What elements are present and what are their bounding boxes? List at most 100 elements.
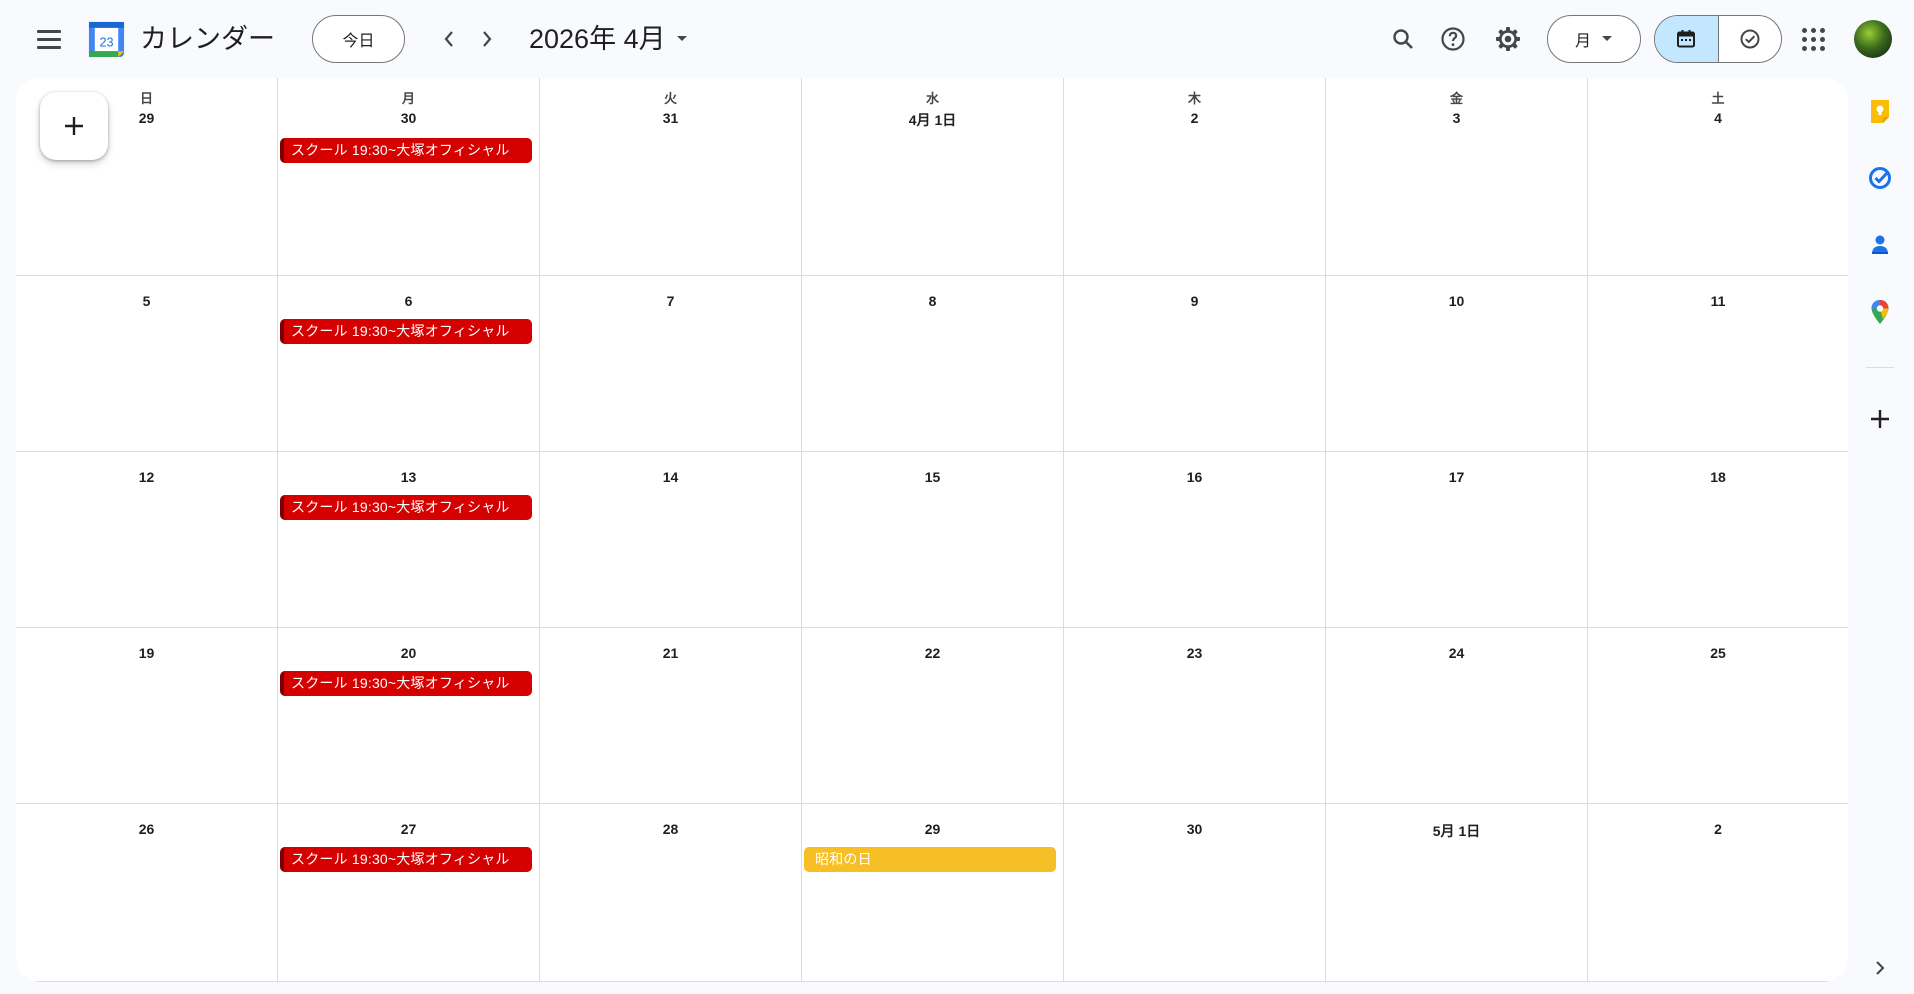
day-cell[interactable]: 16 xyxy=(1064,452,1326,628)
event-chip[interactable]: スクール 19:30~大塚オフィシャル xyxy=(280,495,532,520)
day-number[interactable]: 31 xyxy=(540,110,801,126)
day-number[interactable]: 8 xyxy=(802,293,1063,309)
day-cell[interactable]: 21 xyxy=(540,628,802,804)
day-cell[interactable]: 18 xyxy=(1588,452,1848,628)
day-cell[interactable]: 5月 1日 xyxy=(1326,804,1588,982)
day-number[interactable]: 22 xyxy=(802,645,1063,661)
day-number[interactable]: 19 xyxy=(16,645,277,661)
today-button[interactable]: 今日 xyxy=(312,15,405,63)
day-cell[interactable]: 17 xyxy=(1326,452,1588,628)
calendar-view-toggle[interactable] xyxy=(1655,16,1718,62)
tasks-view-icon xyxy=(1740,29,1760,49)
day-cell[interactable]: 6 xyxy=(278,276,540,452)
settings-icon xyxy=(1496,27,1520,51)
day-cell[interactable]: 27 xyxy=(278,804,540,982)
day-number[interactable]: 24 xyxy=(1326,645,1587,661)
day-number[interactable]: 23 xyxy=(1064,645,1325,661)
day-cell[interactable]: 22 xyxy=(802,628,1064,804)
day-number[interactable]: 4月 1日 xyxy=(802,110,1063,130)
day-number[interactable]: 7 xyxy=(540,293,801,309)
day-cell[interactable]: 土4 xyxy=(1588,78,1848,276)
day-cell[interactable]: 20 xyxy=(278,628,540,804)
day-number[interactable]: 30 xyxy=(278,110,539,126)
settings-button[interactable] xyxy=(1489,20,1527,58)
create-event-button[interactable] xyxy=(40,92,108,160)
day-number[interactable]: 11 xyxy=(1588,293,1848,309)
expand-sidebar-button[interactable] xyxy=(1866,954,1894,982)
day-cell[interactable]: 24 xyxy=(1326,628,1588,804)
event-chip[interactable]: スクール 19:30~大塚オフィシャル xyxy=(280,671,532,696)
event-chip[interactable]: スクール 19:30~大塚オフィシャル xyxy=(280,138,532,163)
event-chip[interactable]: スクール 19:30~大塚オフィシャル xyxy=(280,847,532,872)
event-chip[interactable]: 昭和の日 xyxy=(804,847,1056,872)
day-number[interactable]: 2 xyxy=(1064,110,1325,126)
day-number[interactable]: 30 xyxy=(1064,821,1325,837)
day-cell[interactable]: 13 xyxy=(278,452,540,628)
day-cell[interactable]: 2 xyxy=(1588,804,1848,982)
weekday-header: 水 xyxy=(925,91,939,106)
day-number[interactable]: 21 xyxy=(540,645,801,661)
next-month-button[interactable] xyxy=(472,24,502,54)
day-number[interactable]: 26 xyxy=(16,821,277,837)
day-cell[interactable]: 10 xyxy=(1326,276,1588,452)
day-number[interactable]: 29 xyxy=(802,821,1063,837)
day-number[interactable]: 25 xyxy=(1588,645,1848,661)
day-cell[interactable]: 月 30 xyxy=(278,78,540,276)
day-cell[interactable]: 14 xyxy=(540,452,802,628)
day-number[interactable]: 4 xyxy=(1588,110,1848,126)
day-number[interactable]: 6 xyxy=(278,293,539,309)
day-cell[interactable]: 23 xyxy=(1064,628,1326,804)
day-cell[interactable]: 26 xyxy=(16,804,278,982)
day-number[interactable]: 2 xyxy=(1588,821,1848,837)
add-addon-button[interactable] xyxy=(1866,405,1894,433)
day-cell[interactable]: 9 xyxy=(1064,276,1326,452)
day-number[interactable]: 17 xyxy=(1326,469,1587,485)
day-number[interactable]: 10 xyxy=(1326,293,1587,309)
day-cell[interactable]: 5 xyxy=(16,276,278,452)
day-number[interactable]: 18 xyxy=(1588,469,1848,485)
day-number[interactable]: 16 xyxy=(1064,469,1325,485)
day-number[interactable]: 15 xyxy=(802,469,1063,485)
tasks-view-toggle[interactable] xyxy=(1717,16,1782,62)
event-chip[interactable]: スクール 19:30~大塚オフィシャル xyxy=(280,319,532,344)
day-number[interactable]: 28 xyxy=(540,821,801,837)
prev-month-button[interactable] xyxy=(434,24,464,54)
help-button[interactable] xyxy=(1434,20,1472,58)
day-cell[interactable]: 15 xyxy=(802,452,1064,628)
day-number[interactable]: 13 xyxy=(278,469,539,485)
day-cell[interactable]: 12 xyxy=(16,452,278,628)
day-cell[interactable]: 水 4月 1日 xyxy=(802,78,1064,276)
avatar[interactable] xyxy=(1854,20,1892,58)
day-cell[interactable]: 金3 xyxy=(1326,78,1588,276)
day-number[interactable]: 5 xyxy=(16,293,277,309)
search-button[interactable] xyxy=(1384,20,1422,58)
maps-button[interactable] xyxy=(1866,298,1894,326)
tasks-icon xyxy=(1869,167,1891,189)
day-number[interactable]: 14 xyxy=(540,469,801,485)
apps-icon[interactable] xyxy=(1798,24,1828,54)
view-switcher[interactable]: 月 xyxy=(1547,15,1641,63)
day-cell[interactable]: 30 xyxy=(1064,804,1326,982)
tasks-button[interactable] xyxy=(1866,164,1894,192)
day-cell[interactable]: 28 xyxy=(540,804,802,982)
month-grid: 日 29 月 30 火 31 水 4月 1日木 2 金 3 土 4 5 6 7 8 9 10 11 12 13 14 15 16… xyxy=(16,78,1848,982)
day-cell[interactable]: 木2 xyxy=(1064,78,1326,276)
month-picker[interactable]: 2026年 4月 xyxy=(529,20,688,58)
day-number[interactable]: 20 xyxy=(278,645,539,661)
keep-button[interactable] xyxy=(1866,97,1894,125)
menu-icon[interactable] xyxy=(34,24,64,54)
weekday-header: 金 xyxy=(1449,91,1463,106)
day-number[interactable]: 12 xyxy=(16,469,277,485)
day-number[interactable]: 27 xyxy=(278,821,539,837)
day-cell[interactable]: 29 xyxy=(802,804,1064,982)
day-number[interactable]: 9 xyxy=(1064,293,1325,309)
day-number[interactable]: 3 xyxy=(1326,110,1587,126)
day-cell[interactable]: 11 xyxy=(1588,276,1848,452)
day-cell[interactable]: 19 xyxy=(16,628,278,804)
day-cell[interactable]: 7 xyxy=(540,276,802,452)
contacts-button[interactable] xyxy=(1866,231,1894,259)
day-cell[interactable]: 8 xyxy=(802,276,1064,452)
day-number[interactable]: 5月 1日 xyxy=(1326,821,1587,841)
day-cell[interactable]: 火 31 xyxy=(540,78,802,276)
day-cell[interactable]: 25 xyxy=(1588,628,1848,804)
